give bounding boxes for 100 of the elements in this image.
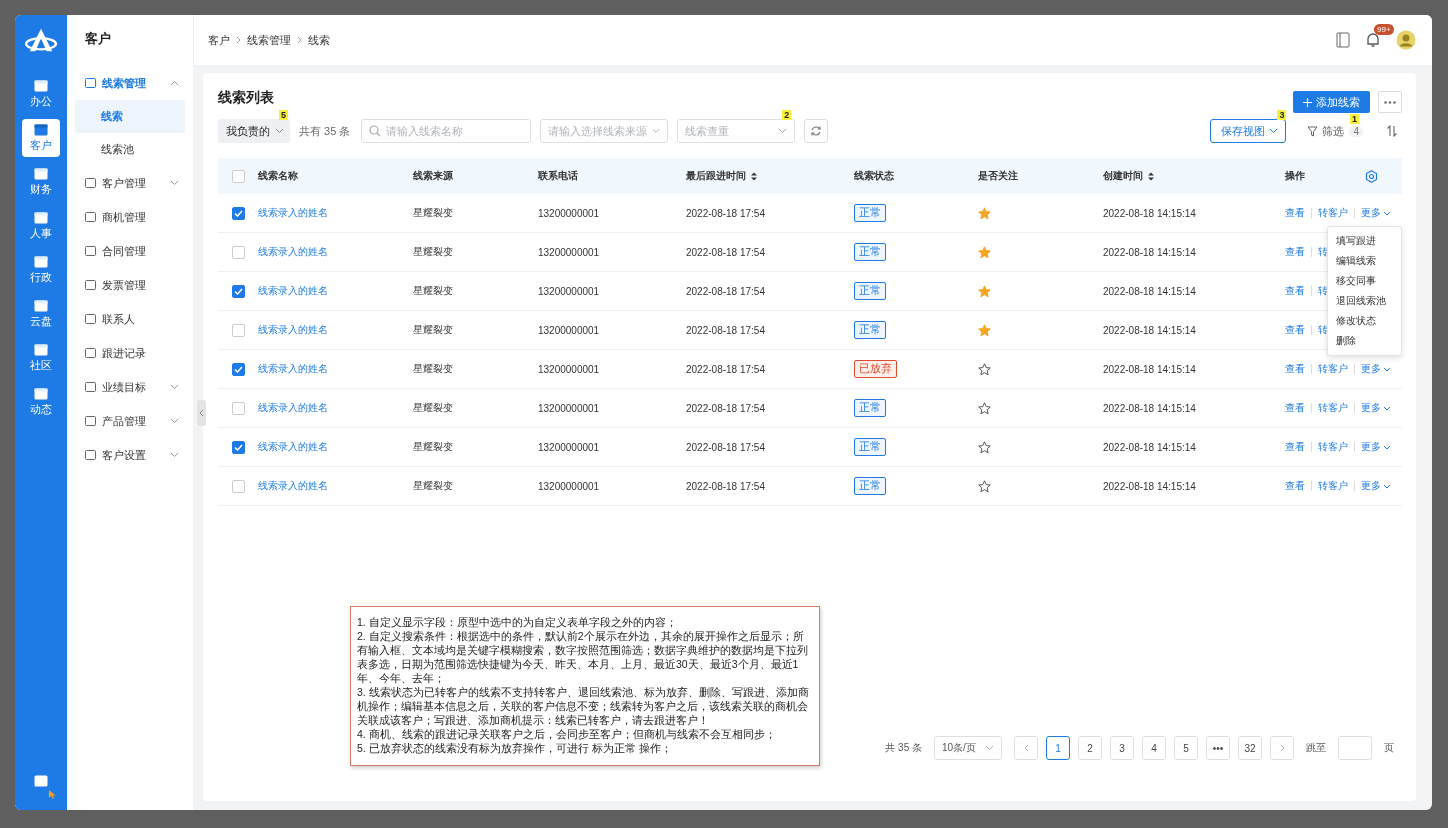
sidebar-item[interactable]: 联系人 [75, 302, 185, 336]
sort-icon[interactable] [1386, 125, 1398, 137]
lead-name-link[interactable]: 线索录入的姓名 [258, 362, 328, 376]
row-action-link[interactable]: 转客户 [1318, 362, 1348, 376]
collapse-handle[interactable] [197, 400, 206, 426]
avatar-icon[interactable] [1396, 30, 1416, 50]
row-action-link[interactable]: 转客户 [1318, 401, 1348, 415]
row-action-link[interactable]: 查看 [1285, 206, 1305, 220]
select-all-checkbox[interactable] [231, 169, 245, 183]
refresh-button[interactable] [804, 119, 829, 143]
sidebar-item[interactable]: 客户管理 [75, 166, 185, 200]
row-checkbox[interactable] [231, 284, 245, 298]
more-button[interactable] [1378, 91, 1402, 113]
lead-name-link[interactable]: 线索录入的姓名 [258, 479, 328, 493]
row-action-link[interactable]: 转客户 [1318, 206, 1348, 220]
jump-page-field[interactable] [1338, 736, 1372, 760]
bell-icon[interactable] [1366, 32, 1380, 48]
add-lead-button[interactable]: 添加线索 [1293, 91, 1370, 113]
menu-item[interactable]: 退回线索池 [1328, 291, 1401, 311]
page-button[interactable]: 32 [1238, 736, 1262, 760]
lead-name-link[interactable]: 线索录入的姓名 [258, 284, 328, 298]
row-action-link[interactable]: 转 [1318, 284, 1328, 298]
star-icon[interactable] [978, 479, 991, 493]
star-icon[interactable] [978, 206, 991, 220]
book-icon[interactable] [1336, 32, 1350, 48]
search-field[interactable]: 请输入线索名称 [361, 119, 532, 143]
star-icon[interactable] [978, 284, 991, 298]
sidebar-item[interactable]: 线索管理 [75, 66, 185, 100]
rail-item[interactable]: 动态 [22, 383, 60, 421]
sidebar-item[interactable]: 合同管理 [75, 234, 185, 268]
row-action-link[interactable]: 转 [1318, 245, 1328, 259]
page-button[interactable]: 5 [1174, 736, 1198, 760]
sidebar-item[interactable]: 发票管理 [75, 268, 185, 302]
breadcrumb-item[interactable]: 线索管理 [247, 32, 291, 48]
row-action-link[interactable]: 查看 [1285, 479, 1305, 493]
sidebar-subitem[interactable]: 线索 [75, 100, 185, 133]
row-checkbox[interactable] [231, 479, 245, 493]
row-action-link[interactable]: 查看 [1285, 362, 1305, 376]
page-button[interactable]: ••• [1206, 736, 1230, 760]
lead-name-link[interactable]: 线索录入的姓名 [258, 206, 328, 220]
row-action-link[interactable]: 查看 [1285, 401, 1305, 415]
row-action-link[interactable]: 转 [1318, 323, 1328, 337]
row-action-link[interactable]: 更多 [1361, 362, 1391, 376]
row-checkbox[interactable] [231, 401, 245, 415]
lead-name-link[interactable]: 线索录入的姓名 [258, 323, 328, 337]
row-action-link[interactable]: 更多 [1361, 479, 1391, 493]
star-icon[interactable] [978, 323, 991, 337]
lead-name-link[interactable]: 线索录入的姓名 [258, 440, 328, 454]
rail-item[interactable]: 云盘 [22, 295, 60, 333]
page-button[interactable]: 4 [1142, 736, 1166, 760]
rail-item[interactable]: 客户 [22, 119, 60, 157]
rail-item[interactable]: 行政 [22, 251, 60, 289]
filter-button[interactable]: 筛选 [1295, 123, 1345, 139]
sort-icon[interactable] [751, 171, 757, 181]
sidebar-subitem[interactable]: 线索池 [75, 133, 185, 166]
page-size-select[interactable]: 10条/页 [934, 736, 1002, 760]
breadcrumb-item[interactable]: 线索 [308, 32, 330, 48]
sidebar-item[interactable]: 产品管理 [75, 404, 185, 438]
row-action-link[interactable]: 更多 [1361, 206, 1391, 220]
row-action-link[interactable]: 查看 [1285, 284, 1305, 298]
row-action-link[interactable]: 转客户 [1318, 479, 1348, 493]
menu-item[interactable]: 填写跟进 [1328, 231, 1401, 251]
sidebar-item[interactable]: 业绩目标 [75, 370, 185, 404]
owner-filter-dropdown[interactable]: 我负责的 [218, 119, 290, 143]
row-action-link[interactable]: 更多 [1361, 440, 1391, 454]
lead-name-link[interactable]: 线索录入的姓名 [258, 245, 328, 259]
row-action-link[interactable]: 查看 [1285, 440, 1305, 454]
lead-name-link[interactable]: 线索录入的姓名 [258, 401, 328, 415]
menu-item[interactable]: 删除 [1328, 331, 1401, 351]
save-view-button[interactable]: 保存视图 [1210, 119, 1287, 143]
sidebar-item[interactable]: 商机管理 [75, 200, 185, 234]
row-checkbox[interactable] [231, 206, 245, 220]
star-icon[interactable] [978, 440, 991, 454]
row-checkbox[interactable] [231, 323, 245, 337]
sidebar-item[interactable]: 跟进记录 [75, 336, 185, 370]
star-icon[interactable] [978, 362, 991, 376]
page-button[interactable]: 3 [1110, 736, 1134, 760]
row-action-link[interactable]: 转客户 [1318, 440, 1348, 454]
row-checkbox[interactable] [231, 245, 245, 259]
rail-item[interactable]: 人事 [22, 207, 60, 245]
row-checkbox[interactable] [231, 440, 245, 454]
star-icon[interactable] [978, 245, 991, 259]
sort-icon[interactable] [1148, 171, 1154, 181]
row-action-link[interactable]: 查看 [1285, 245, 1305, 259]
breadcrumb-item[interactable]: 客户 [208, 32, 230, 48]
menu-item[interactable]: 编辑线索 [1328, 251, 1401, 271]
page-button[interactable]: 2 [1078, 736, 1102, 760]
row-action-link[interactable]: 查看 [1285, 323, 1305, 337]
rail-item[interactable]: 社区 [22, 339, 60, 377]
menu-item[interactable]: 移交同事 [1328, 271, 1401, 291]
window-icon[interactable] [34, 775, 48, 787]
sidebar-item[interactable]: 客户设置 [75, 438, 185, 472]
rail-item[interactable]: 财务 [22, 163, 60, 201]
menu-item[interactable]: 修改状态 [1328, 311, 1401, 331]
row-checkbox[interactable] [231, 362, 245, 376]
star-icon[interactable] [978, 401, 991, 415]
column-settings-icon[interactable] [1365, 169, 1378, 183]
page-button[interactable]: 1 [1046, 736, 1070, 760]
row-action-link[interactable]: 更多 [1361, 401, 1391, 415]
rail-item[interactable]: 办公 [22, 75, 60, 113]
